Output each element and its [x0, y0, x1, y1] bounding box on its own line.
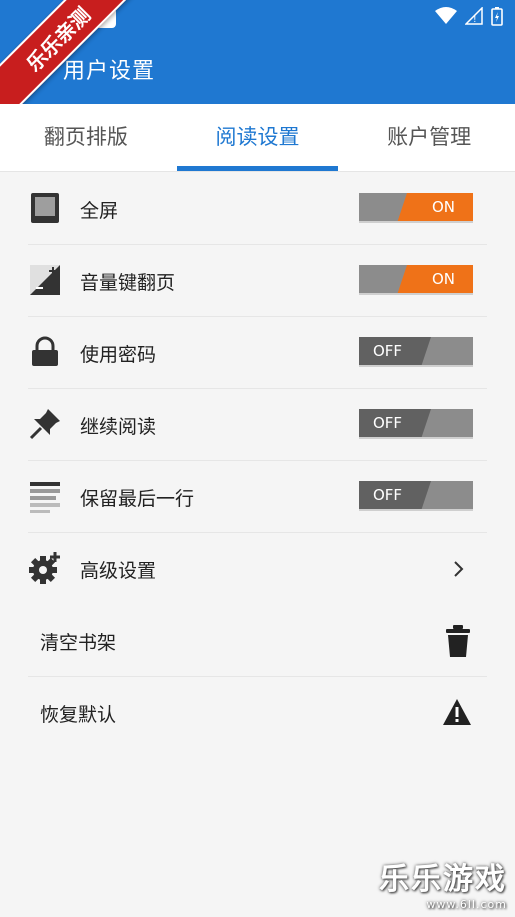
setting-label: 全屏 [80, 199, 119, 222]
lock-icon [32, 336, 58, 366]
setting-label: 高级设置 [80, 559, 157, 582]
wifi-icon [435, 7, 457, 24]
lines-icon [30, 482, 60, 513]
fullscreen-toggle[interactable]: ON [359, 193, 473, 223]
toggle-state: OFF [373, 414, 403, 432]
action-restore-default[interactable]: 恢复默认 [0, 677, 515, 749]
watermark-url: www.6ll.com [426, 898, 507, 911]
signal-icon: ! [465, 7, 483, 25]
watermark-title: 乐乐游戏 [379, 862, 507, 897]
tab-page-layout[interactable]: 翻页排版 [0, 104, 172, 171]
page-title: 用户设置 [63, 59, 156, 84]
setting-label: 继续阅读 [80, 415, 157, 438]
toggle-state: OFF [373, 486, 403, 504]
trash-icon[interactable] [443, 624, 473, 658]
setting-use-password: 使用密码 OFF [0, 317, 515, 389]
volume-key-toggle[interactable]: ON [359, 265, 473, 295]
tab-account-management[interactable]: 账户管理 [343, 104, 515, 171]
setting-label: 音量键翻页 [80, 271, 176, 294]
battery-icon [491, 7, 503, 26]
app-bar: ! 用户设置 乐乐亲测 [0, 0, 515, 121]
setting-advanced[interactable]: 高级设置 [0, 533, 515, 605]
tab-bar: 翻页排版 阅读设置 账户管理 [0, 104, 515, 172]
action-clear-bookshelf[interactable]: 清空书架 [0, 605, 515, 677]
setting-volume-key-page: 音量键翻页 ON [0, 245, 515, 317]
setting-continue-reading: 继续阅读 OFF [0, 389, 515, 461]
chevron-right-icon [454, 561, 464, 577]
corner-watermark: 乐乐游戏 www.6ll.com [379, 854, 507, 911]
setting-label: 使用密码 [80, 343, 157, 366]
toggle-state: ON [431, 198, 455, 216]
continue-reading-toggle[interactable]: OFF [359, 409, 473, 439]
volume-key-icon [30, 265, 60, 295]
setting-fullscreen: 全屏 ON [0, 173, 515, 245]
setting-label: 保留最后一行 [80, 487, 195, 510]
tab-reading-settings[interactable]: 阅读设置 [172, 104, 344, 171]
gear-plus-icon [29, 552, 60, 584]
warning-icon[interactable] [441, 696, 473, 730]
svg-text:!: ! [473, 15, 477, 25]
action-label: 清空书架 [40, 631, 117, 654]
status-icons: ! [435, 6, 503, 26]
toggle-state: ON [431, 270, 455, 288]
settings-list: 全屏 ON 音量键翻页 ON 使用密码 OFF 继续阅读 OFF 保留最后一行 … [0, 173, 515, 749]
setting-keep-last-line: 保留最后一行 OFF [0, 461, 515, 533]
pin-icon [29, 409, 60, 440]
keep-last-line-toggle[interactable]: OFF [359, 481, 473, 511]
fullscreen-icon [31, 193, 59, 223]
action-label: 恢复默认 [40, 703, 117, 726]
toggle-state: OFF [373, 342, 403, 360]
password-toggle[interactable]: OFF [359, 337, 473, 367]
